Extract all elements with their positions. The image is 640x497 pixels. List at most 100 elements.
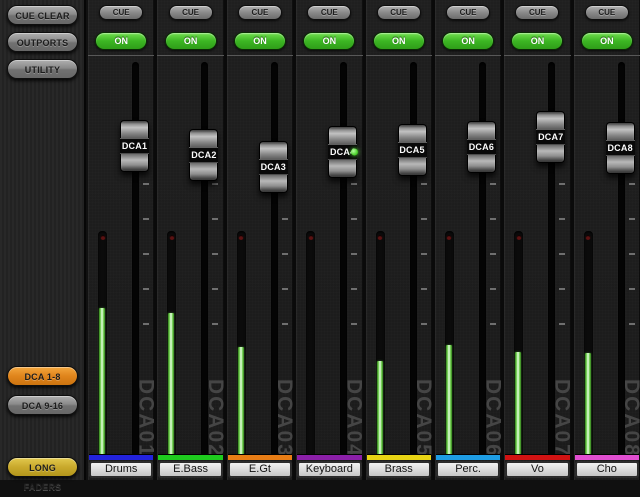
channel-name[interactable]: Drums: [90, 462, 153, 477]
fader-knob[interactable]: DCA3: [258, 141, 288, 193]
dca-bank-9-16-button[interactable]: DCA 9-16: [7, 395, 78, 415]
meter-level-bar: [376, 361, 383, 455]
clip-indicator-dot: [238, 235, 244, 240]
channel-color-bar: [574, 454, 639, 460]
outports-button[interactable]: OUTPORTS: [7, 32, 78, 52]
on-button[interactable]: ON: [303, 32, 356, 50]
clip-indicator-dot: [308, 235, 314, 240]
fader-scale-tick: [559, 183, 566, 185]
fader-knob[interactable]: DCA7: [536, 111, 566, 163]
dca-channel-strip: CUE ON DCA05 DCA5 Brass: [365, 0, 432, 480]
fader-scale-tick: [281, 288, 288, 290]
fader-knob[interactable]: DCA4: [328, 126, 359, 178]
fader-knob[interactable]: DCA5: [397, 124, 427, 176]
fader-scale-tick: [489, 323, 496, 325]
fader-knob[interactable]: DCA2: [189, 129, 219, 181]
long-faders-button[interactable]: LONG FADERS: [7, 457, 78, 492]
strip-divider: [365, 55, 432, 56]
on-button[interactable]: ON: [580, 32, 633, 50]
fader-track[interactable]: [270, 62, 278, 456]
channel-color-bar: [505, 454, 570, 460]
fader-scale-tick: [143, 183, 149, 185]
fader-knob-label: DCA3: [258, 159, 288, 175]
fader-scale-tick: [489, 253, 496, 255]
utility-button[interactable]: UTILITY: [7, 59, 78, 79]
fader-scale-tick: [559, 288, 566, 290]
fader-scale-tick: [281, 323, 288, 325]
level-meter: [583, 231, 593, 457]
dca-bank-1-8-button[interactable]: DCA 1-8: [7, 366, 78, 386]
cue-clear-button[interactable]: CUE CLEAR: [7, 5, 78, 25]
fader-scale-tick: [212, 288, 219, 290]
channel-color-bar: [89, 454, 154, 460]
level-meter: [444, 231, 454, 457]
fader-scale-tick: [351, 288, 358, 290]
fader-knob[interactable]: DCA8: [605, 122, 635, 174]
channel-name[interactable]: Vo: [506, 462, 569, 477]
fader-scale-tick: [351, 323, 358, 325]
level-meter: [167, 231, 177, 457]
cue-button[interactable]: CUE: [584, 5, 629, 20]
fader-scale-tick: [351, 183, 358, 185]
fader-track[interactable]: [409, 62, 417, 456]
dca-mixer-screen: CUE CLEAR OUTPORTS UTILITY DCA 1-8 DCA 9…: [0, 0, 640, 492]
fader-scale-tick: [628, 253, 635, 255]
fader-knob-label: DCA6: [466, 139, 496, 155]
cue-button[interactable]: CUE: [307, 5, 352, 20]
cue-button[interactable]: CUE: [237, 5, 282, 20]
fader-scale-tick: [143, 218, 149, 220]
on-button[interactable]: ON: [233, 32, 286, 50]
fader-scale-tick: [351, 218, 358, 220]
fader-scale-tick: [628, 218, 635, 220]
meter-level-bar: [168, 313, 175, 455]
fader-scale-tick: [143, 253, 149, 255]
clip-indicator-dot: [585, 235, 591, 240]
selected-indicator-dot: [351, 148, 359, 156]
dca-channel-strip: CUE ON DCA07 DCA7 Vo: [504, 0, 571, 480]
fader-track[interactable]: [340, 62, 348, 456]
level-meter: [514, 231, 524, 457]
meter-level-bar: [445, 345, 452, 455]
channel-name[interactable]: Cho: [575, 462, 638, 477]
on-button[interactable]: ON: [442, 32, 495, 50]
fader-knob-label: DCA1: [120, 138, 149, 154]
fader-scale-tick: [489, 288, 496, 290]
clip-indicator-dot: [100, 235, 105, 240]
dca-channel-strip: CUE ON DCA02 DCA2 E.Bass: [157, 0, 224, 480]
channel-name[interactable]: Perc.: [436, 462, 500, 477]
channel-name[interactable]: Keyboard: [298, 462, 361, 477]
fader-scale-tick: [212, 183, 219, 185]
channel-name[interactable]: Brass: [367, 462, 430, 477]
cue-button[interactable]: CUE: [168, 5, 213, 20]
fader-knob[interactable]: DCA6: [466, 121, 496, 173]
meter-level-bar: [237, 347, 244, 455]
fader-scale-tick: [489, 183, 496, 185]
cue-button[interactable]: CUE: [515, 5, 560, 20]
level-meter: [98, 231, 107, 457]
clip-indicator-dot: [446, 235, 452, 240]
fader-knob[interactable]: DCA1: [120, 120, 149, 172]
strip-divider: [504, 55, 571, 56]
fader-scale-tick: [212, 253, 219, 255]
cue-button[interactable]: CUE: [376, 5, 421, 20]
fader-scale-tick: [559, 323, 566, 325]
clip-indicator-dot: [516, 235, 522, 240]
on-button[interactable]: ON: [372, 32, 425, 50]
cue-button[interactable]: CUE: [99, 5, 144, 20]
channel-strips: CUE ON DCA01 DCA1 Drums CUE ON DCA02 DCA…: [88, 0, 640, 480]
fader-scale-tick: [281, 218, 288, 220]
fader-scale-tick: [420, 288, 427, 290]
on-button[interactable]: ON: [511, 32, 564, 50]
cue-button[interactable]: CUE: [446, 5, 491, 20]
channel-name[interactable]: E.Bass: [159, 462, 222, 477]
fader-scale-tick: [489, 218, 496, 220]
fader-scale-tick: [281, 253, 288, 255]
fader-scale-tick: [420, 253, 427, 255]
on-button[interactable]: ON: [95, 32, 148, 50]
on-button[interactable]: ON: [164, 32, 217, 50]
fader-track[interactable]: [201, 62, 209, 456]
fader-scale-tick: [628, 323, 635, 325]
fader-scale-tick: [420, 323, 427, 325]
channel-name[interactable]: E.Gt: [228, 462, 292, 477]
dca-channel-strip: CUE ON DCA03 DCA3 E.Gt: [226, 0, 294, 480]
